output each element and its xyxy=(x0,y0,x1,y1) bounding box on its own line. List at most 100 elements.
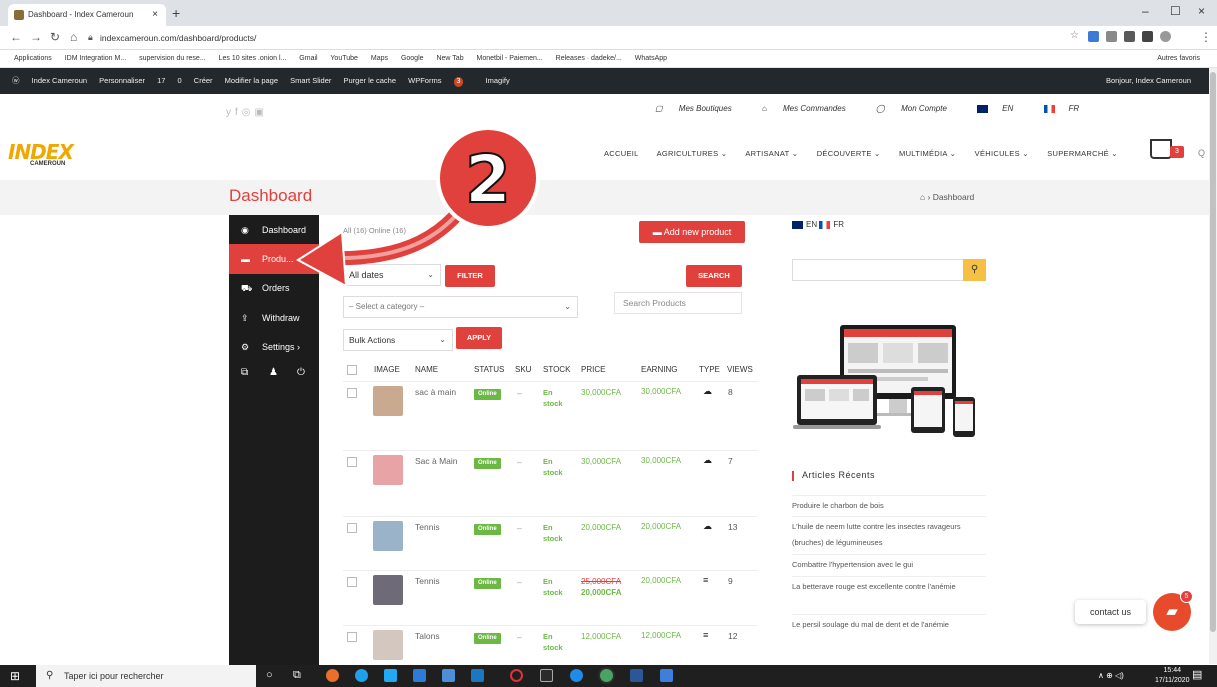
recent-article-link[interactable]: Le persil soulage du mal de dent et de l… xyxy=(792,614,986,633)
table-row[interactable]: Talons Online – En stock 12,000CFA 12,000CFA ≡… xyxy=(343,625,758,665)
wp-imagify[interactable]: Imagify xyxy=(486,76,510,85)
wp-edit-page[interactable]: Modifier la page xyxy=(225,76,278,85)
browser-tab[interactable]: Dashboard - Index Cameroun × xyxy=(8,4,166,26)
youtube-icon[interactable]: ▣ xyxy=(255,107,268,118)
search-button[interactable]: SEARCH xyxy=(686,265,742,287)
product-name-link[interactable]: Sac à Main xyxy=(415,456,465,467)
table-row[interactable]: Tennis Online – En stock 25,000CFA 20,000CFA 2… xyxy=(343,570,758,624)
row-checkbox[interactable] xyxy=(347,632,357,642)
col-sku[interactable]: SKU xyxy=(515,359,531,381)
skype-icon[interactable] xyxy=(570,669,583,682)
star-icon[interactable]: ☆ xyxy=(1070,30,1081,41)
nav-artisanat[interactable]: ARTISANAT ⌄ xyxy=(745,149,798,158)
lang-fr[interactable]: FR xyxy=(1043,104,1094,113)
bookmark-item[interactable]: Gmail xyxy=(299,55,317,62)
wp-greeting[interactable]: Bonjour, Index Cameroun xyxy=(1106,68,1191,94)
taskbar-app-icon[interactable] xyxy=(660,669,673,682)
recent-article-link[interactable]: La betterave rouge est excellente contre… xyxy=(792,576,986,595)
product-thumbnail[interactable] xyxy=(373,575,403,605)
recent-article-link[interactable]: Produire le charbon de bois xyxy=(792,495,986,514)
taskbar-clock[interactable]: 15:44 17/11/2020 xyxy=(1155,665,1190,686)
bookmark-item[interactable]: Releases · dadeke/... xyxy=(556,55,622,62)
wp-smart-slider[interactable]: Smart Slider xyxy=(290,76,331,85)
home-icon[interactable]: ⌂ xyxy=(70,30,77,44)
breadcrumb[interactable]: ⌂ › Dashboard xyxy=(920,192,974,202)
nav-home[interactable]: ACCUEIL xyxy=(604,149,639,158)
bookmark-item[interactable]: Google xyxy=(401,55,424,62)
menu-icon[interactable]: ⋮ xyxy=(1200,30,1212,44)
bulk-actions-select[interactable]: Bulk Actions ⌄ xyxy=(343,329,453,351)
lang-en[interactable]: EN xyxy=(792,220,817,229)
table-row[interactable]: sac à main Online – En stock 30,000CFA 30,000… xyxy=(343,381,758,449)
scrollbar-thumb[interactable] xyxy=(1210,72,1216,632)
profile-avatar[interactable] xyxy=(1160,31,1171,42)
chrome-icon[interactable] xyxy=(600,669,613,682)
select-all-checkbox[interactable] xyxy=(347,365,357,375)
url-input[interactable]: indexcameroun.com/dashboard/products/ xyxy=(100,29,256,47)
row-checkbox[interactable] xyxy=(347,523,357,533)
recent-article-link[interactable]: Combattre l'hypertension avec le gui xyxy=(792,554,986,573)
taskbar-app-icon[interactable] xyxy=(413,669,426,682)
task-view-icon[interactable]: ⧉ xyxy=(293,669,306,682)
taskbar-search-input[interactable]: ⚲ Taper ici pour rechercher xyxy=(36,665,256,687)
wp-new[interactable]: Créer xyxy=(194,76,213,85)
power-icon[interactable]: ⏻ xyxy=(297,360,305,385)
table-row[interactable]: Sac à Main Online – En stock 30,000CFA 30,000… xyxy=(343,450,758,515)
product-thumbnail[interactable] xyxy=(373,386,403,416)
orders-link[interactable]: ⌂ Mes Commandes xyxy=(762,104,860,113)
lock-icon[interactable]: 🔒︎ xyxy=(88,32,93,43)
extension-icon[interactable] xyxy=(1124,31,1135,42)
user-icon[interactable]: ♟ xyxy=(269,360,278,385)
nav-vehicules[interactable]: VÉHICULES ⌄ xyxy=(975,149,1029,158)
nav-supermarche[interactable]: SUPERMARCHÉ ⌄ xyxy=(1047,149,1118,158)
facebook-icon[interactable]: f xyxy=(235,107,242,118)
opera-icon[interactable] xyxy=(510,669,523,682)
word-icon[interactable] xyxy=(630,669,643,682)
vscode-icon[interactable] xyxy=(384,669,397,682)
sidebar-item-withdraw[interactable]: ⇪ Withdraw xyxy=(229,303,319,333)
account-link[interactable]: ◯ Mon Compte xyxy=(876,104,961,113)
other-bookmarks[interactable]: Autres favoris xyxy=(1157,50,1200,67)
instagram-icon[interactable]: ◎ xyxy=(242,107,255,118)
nav-decouverte[interactable]: DÉCOUVERTE ⌄ xyxy=(817,149,881,158)
edge-icon[interactable] xyxy=(355,669,368,682)
sidebar-item-settings[interactable]: ⚙ Settings › xyxy=(229,332,319,362)
back-icon[interactable]: ← xyxy=(10,30,22,44)
bookmark-item[interactable]: WhatsApp xyxy=(635,55,667,62)
bookmark-item[interactable]: Les 10 sites .onion l... xyxy=(219,55,287,62)
bookmark-item[interactable]: New Tab xyxy=(436,55,463,62)
external-link-icon[interactable]: ⧉ xyxy=(241,360,248,385)
product-thumbnail[interactable] xyxy=(373,521,403,551)
product-name-link[interactable]: Talons xyxy=(415,631,465,642)
lang-en[interactable]: EN xyxy=(977,104,1027,113)
bookmark-item[interactable]: IDM Integration M... xyxy=(65,55,126,62)
wp-updates[interactable]: 17 xyxy=(157,76,165,85)
col-name[interactable]: NAME xyxy=(415,359,438,381)
puzzle-icon[interactable] xyxy=(1142,31,1153,42)
col-price[interactable]: PRICE xyxy=(581,359,605,381)
wp-site-link[interactable]: Index Cameroun xyxy=(32,76,87,85)
nav-multimedia[interactable]: MULTIMÉDIA ⌄ xyxy=(899,149,956,158)
contact-us-label[interactable]: contact us xyxy=(1075,600,1146,624)
wp-customize[interactable]: Personnaliser xyxy=(99,76,145,85)
recent-article-link[interactable]: L'huile de neem lutte contre les insecte… xyxy=(792,516,986,551)
nav-agricultures[interactable]: AGRICULTURES ⌄ xyxy=(657,149,728,158)
tab-close-icon[interactable]: × xyxy=(152,4,158,26)
row-checkbox[interactable] xyxy=(347,457,357,467)
bookmark-item[interactable]: Monetbil - Paiemen... xyxy=(477,55,543,62)
bookmark-item[interactable]: Maps xyxy=(371,55,388,62)
table-row[interactable]: Tennis Online – En stock 20,000CFA 20,000CFA ☁… xyxy=(343,516,758,569)
search-icon[interactable]: ⚲ xyxy=(963,259,986,281)
bookmark-item[interactable]: YouTube xyxy=(330,55,358,62)
product-thumbnail[interactable] xyxy=(373,630,403,660)
new-tab-button[interactable]: + xyxy=(172,4,180,22)
reload-icon[interactable]: ↻ xyxy=(50,30,60,44)
row-checkbox[interactable] xyxy=(347,388,357,398)
twitter-icon[interactable]: y xyxy=(226,107,235,118)
wp-comments[interactable]: 0 xyxy=(178,76,182,85)
extension-icon[interactable] xyxy=(1088,31,1099,42)
add-new-product-button[interactable]: ▬ Add new product xyxy=(639,221,745,243)
cortana-icon[interactable]: ○ xyxy=(266,669,279,682)
wp-wpforms[interactable]: WPForms 3 xyxy=(408,76,473,87)
forward-icon[interactable]: → xyxy=(30,30,42,44)
